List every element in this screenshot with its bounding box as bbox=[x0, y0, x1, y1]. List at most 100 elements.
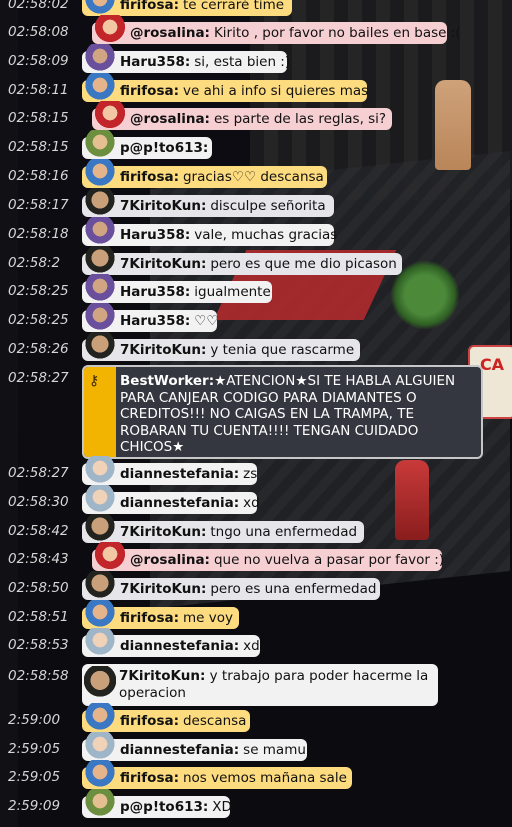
chat-bubble[interactable]: p@p!to613:. bbox=[82, 130, 217, 160]
chat-bubble[interactable]: Haru358: ♡♡ bbox=[82, 303, 218, 333]
chat-bubble[interactable]: @rosalina: es parte de las reglas, si? bbox=[92, 101, 392, 131]
haru-avatar[interactable] bbox=[84, 44, 116, 74]
chat-bubble[interactable]: firifosa: te cerraré time bbox=[82, 0, 292, 17]
chat-username[interactable]: 7KiritoKun: bbox=[119, 668, 205, 684]
chat-username[interactable]: p@p!to613: bbox=[120, 799, 208, 815]
dianne-avatar[interactable] bbox=[84, 732, 116, 762]
chat-bubble[interactable]: diannestefania: xd bbox=[82, 628, 260, 658]
haru-avatar[interactable] bbox=[84, 217, 116, 247]
firifosa-avatar[interactable] bbox=[84, 73, 116, 103]
chat-bubble[interactable]: firifosa: nos vemos mañana sale bbox=[82, 760, 352, 790]
chat-timestamp: 02:58:17 bbox=[8, 197, 69, 213]
firifosa-avatar[interactable] bbox=[84, 159, 116, 189]
dianne-avatar[interactable] bbox=[84, 485, 116, 515]
kirito-avatar[interactable] bbox=[84, 246, 116, 276]
chat-bubble[interactable]: p@p!to613: XD bbox=[82, 789, 232, 819]
chat-bubble[interactable]: diannestefania: zs bbox=[82, 456, 258, 486]
kirito-avatar[interactable] bbox=[84, 514, 116, 544]
chat-bubble[interactable]: Haru358: vale, muchas gracias bbox=[82, 217, 337, 247]
chat-username[interactable]: 7KiritoKun: bbox=[120, 342, 206, 358]
chat-username[interactable]: @rosalina: bbox=[130, 25, 210, 41]
chat-bubble[interactable]: @rosalina: que no vuelva a pasar por favo… bbox=[92, 542, 445, 572]
chat-text: te cerraré time bbox=[182, 0, 285, 13]
firifosa-avatar[interactable] bbox=[84, 600, 116, 630]
chat-username[interactable]: Haru358: bbox=[120, 313, 190, 329]
chat-bubble[interactable]: @rosalina: Kirito , por favor no bailes e… bbox=[92, 15, 461, 45]
chat-timestamp: 02:58:02 bbox=[8, 0, 69, 12]
chat-username[interactable]: firifosa: bbox=[120, 610, 179, 626]
chat-username[interactable]: firifosa: bbox=[120, 770, 179, 786]
chat-username[interactable]: firifosa: bbox=[120, 169, 179, 185]
chat-username[interactable]: diannestefania: bbox=[120, 466, 239, 482]
chat-username[interactable]: 7KiritoKun: bbox=[120, 256, 206, 272]
chat-text: pero es una enfermedad bbox=[210, 581, 377, 597]
chat-username[interactable]: BestWorker: bbox=[120, 373, 214, 389]
chat-username[interactable]: @rosalina: bbox=[130, 111, 210, 127]
kirito-avatar[interactable] bbox=[84, 666, 116, 702]
chat-timestamp: 02:58:09 bbox=[8, 53, 69, 69]
chat-bubble[interactable]: firifosa: me voy bbox=[82, 600, 239, 630]
rosalina-avatar[interactable] bbox=[94, 101, 126, 131]
rosalina-avatar[interactable] bbox=[94, 542, 126, 572]
haru-avatar[interactable] bbox=[84, 303, 116, 333]
chat-text: igualmente bbox=[194, 284, 271, 300]
chat-username[interactable]: p@p!to613: bbox=[120, 140, 208, 156]
chat-timestamp: 2:59:05 bbox=[8, 769, 61, 785]
chat-username[interactable]: 7KiritoKun: bbox=[120, 524, 206, 540]
chat-timestamp: 02:58:27 bbox=[8, 465, 69, 481]
chat-text: zs bbox=[243, 466, 258, 482]
chat-username[interactable]: 7KiritoKun: bbox=[120, 198, 206, 214]
chat-bubble[interactable]: 7KiritoKun: disculpe señorita bbox=[82, 188, 334, 218]
chat-timestamp: 02:58:53 bbox=[8, 637, 69, 653]
chat-bubble[interactable]: Haru358: si, esta bien :) bbox=[82, 44, 290, 74]
chat-username[interactable]: Haru358: bbox=[120, 54, 190, 70]
chat-timestamp: 02:58:2 bbox=[8, 255, 61, 271]
chat-bubble[interactable]: 7KiritoKun: pero es que me dio picason bbox=[82, 246, 402, 276]
chat-timestamp: 02:58:08 bbox=[8, 24, 69, 40]
chat-text: descansa bbox=[182, 713, 247, 729]
chat-username[interactable]: diannestefania: bbox=[120, 742, 239, 758]
firifosa-avatar[interactable] bbox=[84, 760, 116, 790]
chat-bubble[interactable]: firifosa: descansa bbox=[82, 703, 250, 733]
chat-timestamp: 2:59:09 bbox=[8, 798, 61, 814]
dianne-avatar[interactable] bbox=[84, 628, 116, 658]
chat-text: es parte de las reglas, si? bbox=[213, 111, 387, 127]
chat-username[interactable]: firifosa: bbox=[120, 713, 179, 729]
rosalina-avatar[interactable] bbox=[94, 15, 126, 45]
papito-avatar[interactable] bbox=[84, 130, 116, 160]
dianne-avatar[interactable] bbox=[84, 456, 116, 486]
chat-bubble[interactable]: diannestefania: se mamu bbox=[82, 732, 307, 762]
chat-text: Kirito , por favor no bailes en base :( bbox=[213, 25, 461, 41]
chat-text: pero es que me dio picason bbox=[210, 256, 397, 272]
chat-username[interactable]: diannestefania: bbox=[120, 495, 239, 511]
chat-timestamp: 02:58:16 bbox=[8, 168, 69, 184]
chat-bubble[interactable]: 7KiritoKun: y tenia que rascarme bbox=[82, 332, 360, 362]
chat-username[interactable]: @rosalina: bbox=[130, 552, 210, 568]
key-icon: ⚷ bbox=[89, 373, 100, 389]
chat-bubble[interactable]: 7KiritoKun: tngo una enfermedad bbox=[82, 514, 364, 544]
chat-bubble[interactable]: firifosa: gracias♡♡ descansa bbox=[82, 159, 327, 189]
kirito-avatar[interactable] bbox=[84, 332, 116, 362]
chat-text: que no vuelva a pasar por favor :) bbox=[213, 552, 445, 568]
chat-text: gracias♡♡ descansa bbox=[182, 169, 324, 185]
kirito-avatar[interactable] bbox=[84, 571, 116, 601]
announcement-bubble[interactable]: ⚷ BestWorker:★ATENCION★SI TE HABLA ALGUI… bbox=[82, 365, 483, 459]
chat-bubble[interactable]: diannestefania: xd bbox=[82, 485, 260, 515]
chat-username[interactable]: diannestefania: bbox=[120, 638, 239, 654]
chat-text: . bbox=[212, 140, 217, 156]
chat-username[interactable]: firifosa: bbox=[120, 83, 179, 99]
chat-bubble[interactable]: firifosa: ve ahi a info si quieres mas bbox=[82, 73, 368, 103]
haru-avatar[interactable] bbox=[84, 274, 116, 304]
chat-log: 02:58:02 firifosa: te cerraré time 02:58… bbox=[0, 0, 512, 827]
kirito-avatar[interactable] bbox=[84, 188, 116, 218]
chat-bubble[interactable]: 7KiritoKun: pero es una enfermedad bbox=[82, 571, 380, 601]
chat-bubble[interactable]: 7KiritoKun: y trabajo para poder hacerme… bbox=[82, 664, 438, 706]
chat-username[interactable]: 7KiritoKun: bbox=[120, 581, 206, 597]
chat-timestamp: 02:58:15 bbox=[8, 110, 69, 126]
chat-username[interactable]: Haru358: bbox=[120, 284, 190, 300]
chat-username[interactable]: firifosa: bbox=[120, 0, 179, 13]
papito-avatar[interactable] bbox=[84, 789, 116, 819]
firifosa-avatar[interactable] bbox=[84, 703, 116, 733]
chat-username[interactable]: Haru358: bbox=[120, 227, 190, 243]
chat-bubble[interactable]: Haru358: igualmente bbox=[82, 274, 272, 304]
